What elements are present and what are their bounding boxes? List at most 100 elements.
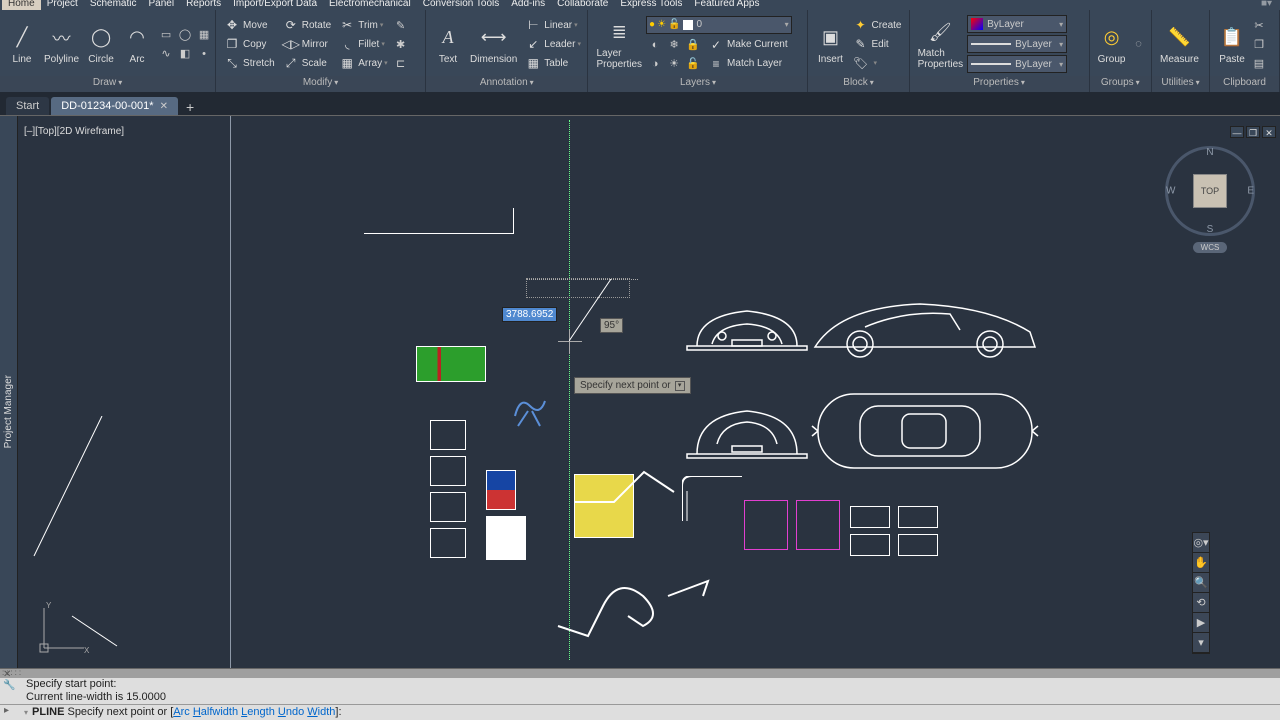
- menu-express[interactable]: Express Tools: [614, 0, 688, 10]
- layer-freeze-icon[interactable]: ❄: [665, 36, 683, 54]
- point-icon[interactable]: •: [195, 45, 213, 63]
- tab-start[interactable]: Start: [6, 97, 49, 115]
- menu-import-export[interactable]: Import/Export Data: [227, 0, 323, 10]
- elev-block-3: [430, 492, 466, 522]
- rect-icon[interactable]: ▭: [157, 26, 175, 44]
- viewcube[interactable]: N S E W TOP WCS: [1160, 146, 1260, 256]
- drawing-viewport[interactable]: [–][Top][2D Wireframe] — ❐ ✕ N S E W TOP…: [18, 116, 1280, 668]
- svg-text:Y: Y: [46, 601, 52, 610]
- match-layer-icon: ≡: [708, 56, 724, 72]
- stretch-button[interactable]: ⤡Stretch: [220, 54, 279, 72]
- ungroup-icon[interactable]: ◌: [1130, 35, 1148, 53]
- insert-button[interactable]: ▣Insert: [812, 22, 848, 67]
- menu-panel[interactable]: Panel: [143, 0, 181, 10]
- tab-document[interactable]: DD-01234-00-001*✕: [51, 97, 178, 115]
- close-viewport-icon[interactable]: ✕: [1262, 126, 1276, 138]
- table-button[interactable]: ▦Table: [521, 54, 585, 72]
- create-block-button[interactable]: ✦Create: [848, 16, 905, 34]
- wcs-button[interactable]: WCS: [1193, 242, 1228, 253]
- text-button[interactable]: AText: [430, 22, 466, 67]
- rotate-button[interactable]: ⟳Rotate: [279, 16, 335, 34]
- layer-off-icon[interactable]: ◐: [646, 36, 664, 54]
- fillet-button[interactable]: ◟Fillet▾: [335, 35, 391, 53]
- layer-lock-icon[interactable]: 🔒: [684, 36, 702, 54]
- menu-reports[interactable]: Reports: [180, 0, 227, 10]
- menu-conversion[interactable]: Conversion Tools: [417, 0, 506, 10]
- erase-icon[interactable]: ✎: [392, 16, 410, 34]
- match-layer-button[interactable]: ≡Match Layer: [704, 55, 792, 73]
- viewport-controls[interactable]: [–][Top][2D Wireframe]: [24, 126, 124, 137]
- line-weight-icon: [971, 63, 1011, 65]
- orbit-icon[interactable]: ⟲: [1193, 593, 1209, 613]
- explode-icon[interactable]: ✱: [392, 35, 410, 53]
- menu-electromech[interactable]: Electromechanical: [323, 0, 417, 10]
- make-current-icon: ✓: [708, 37, 724, 53]
- group-icon: ◎: [1098, 24, 1126, 52]
- dimension-icon: ⟷: [480, 24, 508, 52]
- new-tab-button[interactable]: +: [180, 99, 200, 115]
- make-current-button[interactable]: ✓Make Current: [704, 36, 792, 54]
- nav-bar[interactable]: ◎▾ ✋ 🔍 ⟲ ▶ ▾: [1192, 532, 1210, 654]
- arc-button[interactable]: ◠Arc: [119, 22, 155, 67]
- hatch-icon[interactable]: ▦: [195, 26, 213, 44]
- prompt-options-icon[interactable]: ▾: [675, 381, 685, 391]
- paste-button[interactable]: 📋Paste: [1214, 22, 1250, 67]
- close-icon[interactable]: ✕: [160, 101, 168, 112]
- fillet-icon: ◟: [339, 36, 355, 52]
- polyline-button[interactable]: 〰Polyline: [40, 22, 83, 67]
- layer-properties-button[interactable]: ≣Layer Properties: [592, 16, 646, 72]
- menu-addins[interactable]: Add-ins: [505, 0, 551, 10]
- region-icon[interactable]: ◧: [176, 45, 194, 63]
- showmotion-icon[interactable]: ▶: [1193, 613, 1209, 633]
- maximize-icon[interactable]: ❐: [1246, 126, 1260, 138]
- minimize-icon[interactable]: —: [1230, 126, 1244, 138]
- array-button[interactable]: ▦Array▾: [335, 54, 391, 72]
- zoom-icon[interactable]: 🔍: [1193, 573, 1209, 593]
- mirror-button[interactable]: ◁▷Mirror: [279, 35, 335, 53]
- cmd-close-icon[interactable]: ✕: [3, 669, 15, 680]
- edit-block-button[interactable]: ✎Edit: [848, 35, 905, 53]
- layer-iso-icon[interactable]: ◑: [646, 55, 664, 73]
- line-button[interactable]: ╱Line: [4, 22, 40, 67]
- scale-button[interactable]: ⤢Scale: [279, 54, 335, 72]
- menu-collaborate[interactable]: Collaborate: [551, 0, 614, 10]
- menu-home[interactable]: Home: [2, 0, 41, 10]
- steering-wheel-icon[interactable]: ◎▾: [1193, 533, 1209, 553]
- layer-thaw-icon[interactable]: ☀: [665, 55, 683, 73]
- linetype-combo[interactable]: ByLayer▾: [967, 35, 1067, 53]
- command-line[interactable]: ▸▾ PLINE Specify next point or [Arc Half…: [0, 704, 1280, 720]
- dynamic-distance[interactable]: 3788.6952: [502, 307, 557, 322]
- move-button[interactable]: ✥Move: [220, 16, 279, 34]
- layer-combo[interactable]: ● ☀ 🔓 0 ▾: [646, 16, 792, 34]
- leader-button[interactable]: ↙Leader▾: [521, 35, 585, 53]
- project-manager-rail[interactable]: Project Manager: [0, 116, 18, 668]
- trim-button[interactable]: ✂Trim▾: [335, 16, 391, 34]
- nav-expand-icon[interactable]: ▾: [1193, 633, 1209, 653]
- pan-icon[interactable]: ✋: [1193, 553, 1209, 573]
- viewcube-face[interactable]: TOP: [1193, 174, 1227, 208]
- copy-button[interactable]: ❐Copy: [220, 35, 279, 53]
- lineweight-combo[interactable]: ByLayer▾: [967, 55, 1067, 73]
- menu-project[interactable]: Project: [41, 0, 84, 10]
- match-properties-button[interactable]: 🖌Match Properties: [914, 16, 968, 72]
- block-attrs-button[interactable]: 🏷▾: [848, 54, 905, 72]
- circle-button[interactable]: ◯Circle: [83, 22, 119, 67]
- dimension-button[interactable]: ⟷Dimension: [466, 22, 521, 67]
- menu-help-icon[interactable]: ■▾: [1255, 0, 1278, 10]
- copy-clip-icon[interactable]: ❐: [1250, 35, 1268, 53]
- cut-icon[interactable]: ✂: [1250, 16, 1268, 34]
- menu-schematic[interactable]: Schematic: [84, 0, 143, 10]
- panel-utilities: 📏Measure Utilities▾: [1152, 10, 1210, 92]
- color-combo[interactable]: ByLayer▾: [967, 15, 1067, 33]
- cmd-wrench-icon[interactable]: 🔧: [3, 680, 15, 691]
- offset-icon[interactable]: ⊏: [392, 54, 410, 72]
- ellipse-icon[interactable]: ◯: [176, 26, 194, 44]
- measure-button[interactable]: 📏Measure: [1156, 22, 1203, 67]
- linear-button[interactable]: ⊢Linear▾: [521, 16, 585, 34]
- group-button[interactable]: ◎Group: [1094, 22, 1130, 67]
- layer-unlock-icon[interactable]: 🔓: [684, 55, 702, 73]
- spline-icon[interactable]: ∿: [157, 45, 175, 63]
- paste-special-icon[interactable]: ▤: [1250, 54, 1268, 72]
- menu-featured[interactable]: Featured Apps: [688, 0, 765, 10]
- line-sample-icon: [971, 43, 1011, 45]
